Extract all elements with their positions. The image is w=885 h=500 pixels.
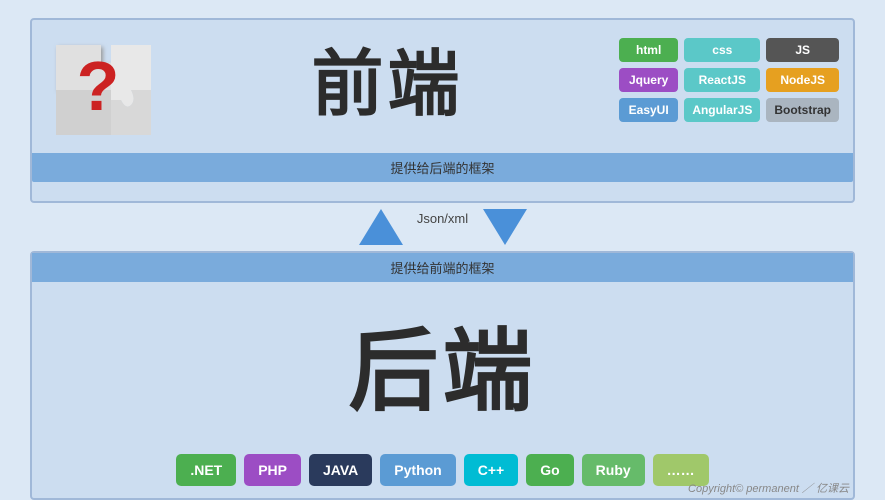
- backend-tag: Go: [526, 454, 573, 486]
- frontend-tag: html: [619, 38, 678, 62]
- json-xml-label: Json/xml: [417, 211, 468, 226]
- backend-tag: JAVA: [309, 454, 372, 486]
- frontend-tag: EasyUI: [619, 98, 678, 122]
- arrow-down-icon: [483, 209, 527, 245]
- backend-title: 后端: [46, 272, 839, 454]
- frontend-title: 前端: [156, 25, 619, 130]
- frontend-tag: AngularJS: [684, 98, 760, 122]
- backend-tag: Ruby: [582, 454, 645, 486]
- main-container: ? 前端 htmlcssJS JqueryReactJSNodeJS EasyUIA…: [0, 0, 885, 500]
- puzzle-icon: ?: [46, 35, 156, 145]
- arrows-section: Json/xml: [0, 203, 885, 251]
- backend-tag: .NET: [176, 454, 236, 486]
- frontend-provide-bar: 提供给后端的框架: [32, 153, 853, 182]
- frontend-tag: NodeJS: [766, 68, 839, 92]
- frontend-tag: css: [684, 38, 760, 62]
- arrow-up-icon: [359, 209, 403, 245]
- svg-text:?: ?: [77, 47, 120, 125]
- frontend-tag: Jquery: [619, 68, 678, 92]
- frontend-tag: Bootstrap: [766, 98, 839, 122]
- frontend-tag: ReactJS: [684, 68, 760, 92]
- backend-tag: PHP: [244, 454, 301, 486]
- copyright: Copyright© permanent ／ 亿课云: [688, 480, 849, 496]
- backend-section: 提供给前端的框架 后端 .NETPHPJAVAPythonC++GoRuby……: [30, 251, 855, 500]
- frontend-tag: JS: [766, 38, 839, 62]
- backend-tag: Python: [380, 454, 455, 486]
- frontend-tags-grid: htmlcssJS JqueryReactJSNodeJS EasyUIAngula…: [619, 38, 839, 122]
- frontend-section: ? 前端 htmlcssJS JqueryReactJSNodeJS EasyUIA…: [30, 18, 855, 203]
- backend-tag: C++: [464, 454, 518, 486]
